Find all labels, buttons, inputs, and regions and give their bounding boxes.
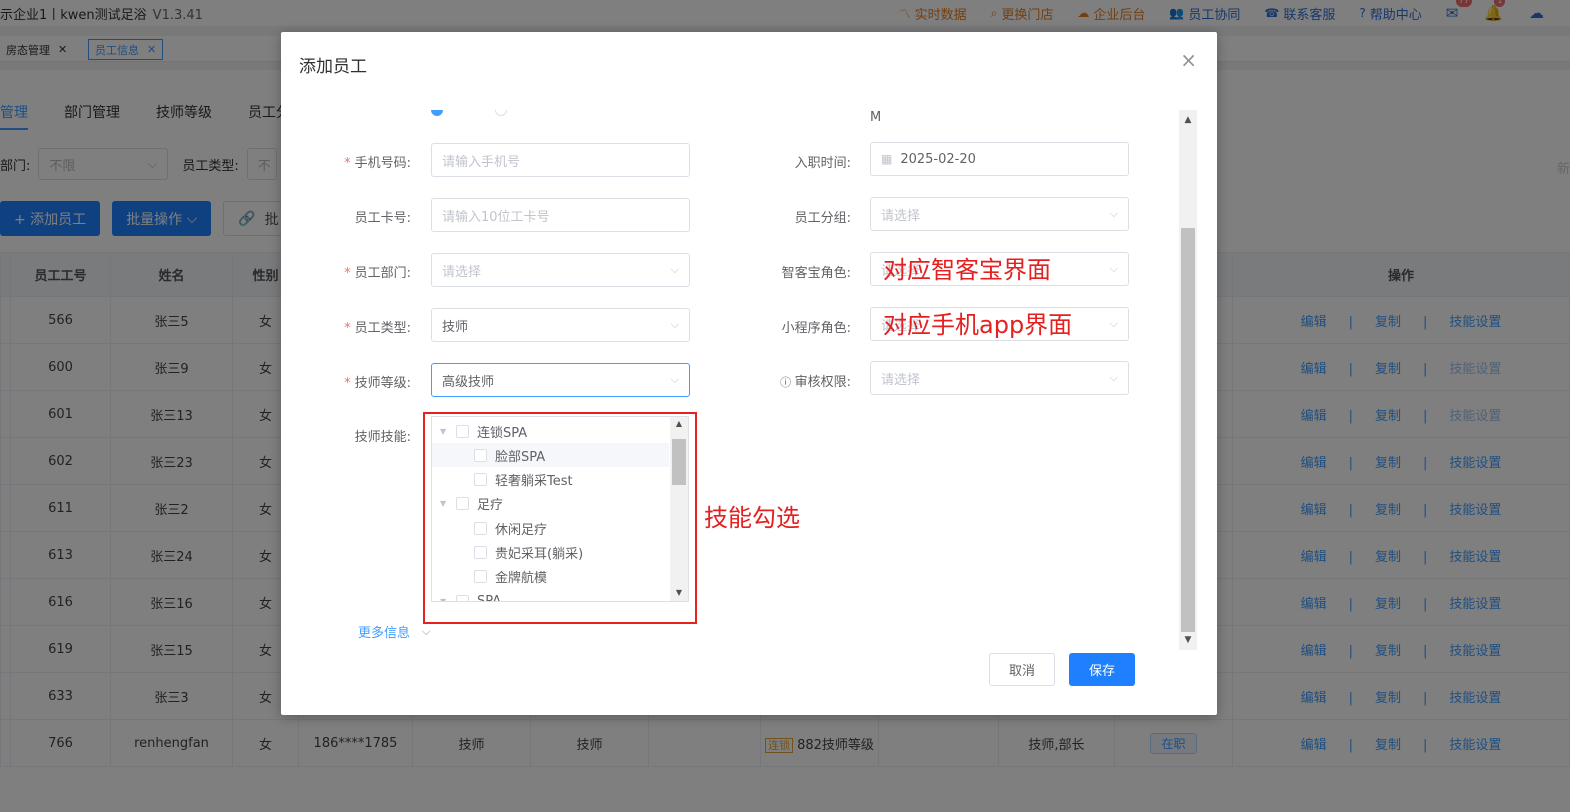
annotation-zkb: 对应智客宝界面 [883, 256, 1051, 284]
type-label: * 员工类型: [344, 321, 411, 336]
level-select[interactable]: 高级技师 ⌵ [431, 363, 690, 397]
chevron-down-icon: ⌵ [670, 373, 679, 386]
audit-label: ⓘ 审核权限: [780, 375, 851, 390]
type-select[interactable]: 技师 ⌵ [431, 308, 690, 342]
partial-value: M [870, 110, 882, 125]
add-employee-dialog: 添加员工 × M * 手机号码: 请输入手机号 员工卡号: 请输入10位工卡号 *… [281, 32, 1217, 715]
chevron-down-icon: ⌵ [670, 263, 679, 276]
phone-label: * 手机号码: [344, 156, 411, 171]
zkb-role-label: 智客宝角色: [781, 266, 851, 281]
close-icon[interactable]: × [1180, 48, 1197, 72]
hire-label: 入职时间: [794, 156, 851, 171]
annotation-box [423, 412, 697, 624]
group-label: 员工分组: [794, 211, 851, 226]
annotation-skill: 技能勾选 [704, 504, 800, 532]
dialog-scrollbar[interactable]: ▲ ▼ [1179, 110, 1197, 650]
chevron-down-icon: ⌵ [422, 624, 431, 638]
hire-date-picker[interactable]: ▦ 2025-02-20 [870, 142, 1129, 176]
group-select[interactable]: 请选择 ⌵ [870, 197, 1129, 231]
card-label: 员工卡号: [354, 211, 411, 226]
radio-male[interactable] [495, 110, 507, 116]
chevron-down-icon: ⌵ [1109, 262, 1118, 275]
dialog-footer: 取消 保存 [989, 653, 1135, 686]
level-label: * 技师等级: [344, 376, 411, 391]
dept-label: * 员工部门: [344, 266, 411, 281]
scroll-down-icon: ▼ [1184, 635, 1192, 645]
mini-role-label: 小程序角色: [781, 321, 851, 336]
scroll-up-icon: ▲ [1184, 115, 1192, 125]
save-button[interactable]: 保存 [1069, 653, 1135, 686]
dept-select[interactable]: 请选择 ⌵ [431, 253, 690, 287]
card-input[interactable]: 请输入10位工卡号 [431, 198, 690, 232]
more-info-toggle[interactable]: 更多信息 ⌵ [358, 622, 431, 642]
cancel-button[interactable]: 取消 [989, 653, 1055, 686]
dialog-body: M * 手机号码: 请输入手机号 员工卡号: 请输入10位工卡号 * 员工部门: 请… [281, 110, 1199, 650]
audit-select[interactable]: 请选择 ⌵ [870, 361, 1129, 395]
dialog-title: 添加员工 [299, 57, 367, 77]
chevron-down-icon: ⌵ [1109, 317, 1118, 330]
more-label: 更多信息 [358, 626, 411, 641]
chevron-down-icon: ⌵ [1109, 207, 1118, 220]
chevron-down-icon: ⌵ [670, 318, 679, 331]
chevron-down-icon: ⌵ [1109, 371, 1118, 384]
annotation-mini: 对应手机app界面 [883, 311, 1073, 339]
phone-input[interactable]: 请输入手机号 [431, 143, 690, 177]
scroll-thumb[interactable] [1181, 228, 1195, 632]
radio-female[interactable] [431, 110, 443, 116]
skills-label: 技师技能: [354, 430, 411, 445]
info-icon: ⓘ [780, 376, 795, 389]
calendar-icon: ▦ [881, 152, 893, 166]
